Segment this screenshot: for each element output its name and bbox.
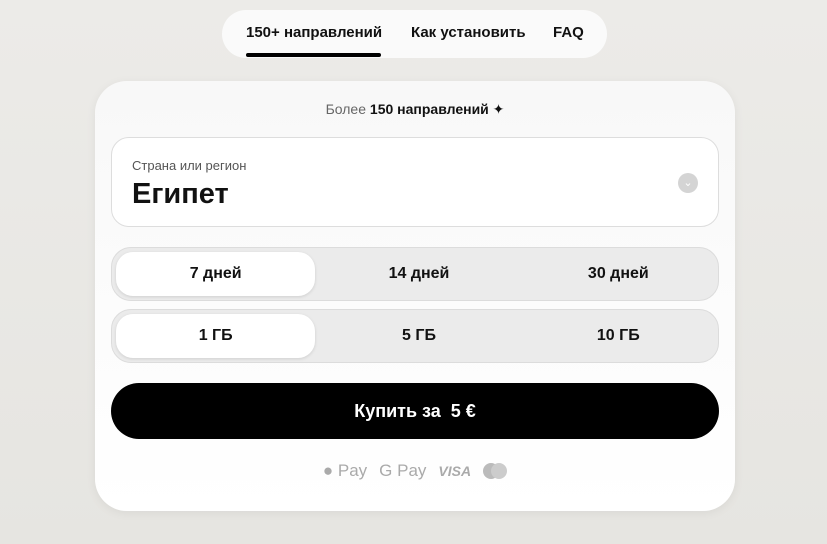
- duration-option[interactable]: 14 дней: [319, 248, 518, 300]
- card-header: Более 150 направлений ✦: [95, 101, 735, 118]
- country-value: Египет: [132, 178, 229, 210]
- data-option[interactable]: 10 ГБ: [519, 310, 718, 362]
- google-pay-icon: G Pay: [379, 461, 427, 480]
- data-option[interactable]: 5 ГБ: [319, 310, 518, 362]
- duration-selector: 7 дней 14 дней 30 дней: [111, 247, 719, 301]
- tab-faq[interactable]: FAQ: [553, 10, 584, 58]
- tab-how-to-install[interactable]: Как установить: [411, 10, 553, 58]
- data-option[interactable]: 1 ГБ: [116, 314, 316, 358]
- duration-option[interactable]: 30 дней: [519, 248, 718, 300]
- data-size-selector: 1 ГБ 5 ГБ 10 ГБ: [111, 309, 719, 363]
- chevron-down-icon[interactable]: ⌄: [678, 173, 698, 193]
- sparkle-icon: ✦: [492, 101, 505, 117]
- purchase-card: Более 150 направлений ✦ Страна или регио…: [95, 81, 735, 511]
- apple-pay-icon: ● Pay: [322, 461, 368, 480]
- tab-destinations[interactable]: 150+ направлений: [246, 10, 411, 58]
- mastercard-icon: [483, 463, 508, 479]
- buy-button[interactable]: Купить за 5 €: [111, 383, 719, 439]
- duration-option[interactable]: 7 дней: [116, 252, 316, 296]
- payment-methods: ● Pay G Pay VISA: [95, 461, 735, 481]
- header-main: 150 направлений: [369, 101, 489, 117]
- country-select[interactable]: Страна или регион Египет ⌄: [111, 137, 719, 227]
- visa-icon: VISA: [438, 463, 472, 479]
- header-prefix: Более: [325, 101, 367, 117]
- top-nav: 150+ направлений Как установить FAQ: [222, 10, 607, 58]
- country-label: Страна или регион: [132, 158, 247, 173]
